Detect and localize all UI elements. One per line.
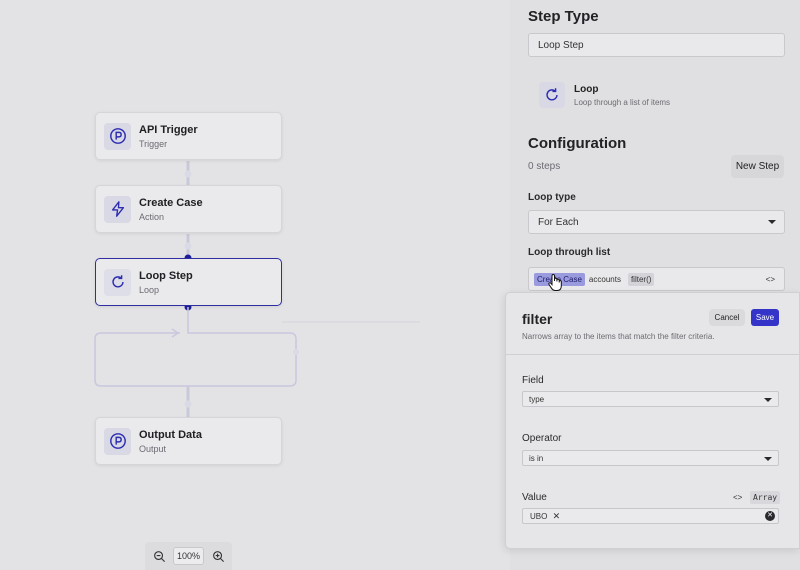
cancel-button[interactable]: Cancel bbox=[709, 309, 745, 326]
zoom-controls: 100% bbox=[145, 542, 232, 570]
node-subtitle: Loop bbox=[139, 284, 160, 295]
zoom-in-icon[interactable] bbox=[210, 548, 226, 564]
zoom-out-icon[interactable] bbox=[151, 548, 167, 564]
node-subtitle: Output bbox=[139, 443, 167, 454]
workflow-canvas[interactable]: API Trigger Trigger Create Case Action L… bbox=[0, 0, 510, 570]
chip-filter[interactable]: filter() bbox=[627, 272, 655, 286]
chevron-down-icon bbox=[764, 457, 772, 461]
node-subtitle: Trigger bbox=[139, 138, 168, 149]
refresh-icon bbox=[539, 82, 565, 108]
node-title: API Trigger bbox=[139, 123, 198, 136]
node-loop-step[interactable]: Loop Step Loop bbox=[95, 258, 282, 306]
configuration-heading: Configuration bbox=[528, 135, 627, 152]
operator-label: Operator bbox=[522, 433, 562, 444]
loop-card-description: Loop through a list of items bbox=[574, 97, 671, 107]
value-label: Value bbox=[522, 492, 547, 503]
hand-cursor-icon bbox=[548, 273, 562, 291]
value-tags-input[interactable]: UBO ✕ bbox=[522, 508, 779, 524]
save-button[interactable]: Save bbox=[751, 309, 779, 326]
loop-list-label: Loop through list bbox=[528, 247, 611, 258]
chip-accounts[interactable]: accounts bbox=[589, 273, 624, 286]
array-type-badge: Array bbox=[750, 491, 781, 504]
steps-count: 0 steps bbox=[528, 161, 561, 172]
zoom-level[interactable]: 100% bbox=[172, 547, 205, 565]
refresh-icon bbox=[104, 268, 131, 296]
remove-tag-icon[interactable]: ✕ bbox=[553, 511, 561, 521]
operator-select-value: is in bbox=[529, 453, 544, 463]
value-tag: UBO ✕ bbox=[527, 510, 563, 523]
clear-value-icon[interactable]: ✕ bbox=[765, 511, 775, 521]
loop-list-input[interactable]: Create Case accounts filter() <> bbox=[528, 267, 785, 291]
chevron-down-icon bbox=[768, 220, 776, 224]
p-circle-icon bbox=[104, 122, 131, 150]
step-type-heading: Step Type bbox=[528, 8, 599, 25]
new-step-button[interactable]: New Step bbox=[731, 155, 784, 178]
operator-select[interactable]: is in bbox=[522, 450, 779, 466]
step-type-input[interactable]: Loop Step bbox=[528, 33, 785, 57]
field-select[interactable]: type bbox=[522, 391, 779, 407]
filter-title: filter bbox=[522, 311, 553, 327]
loop-type-select[interactable]: For Each bbox=[528, 210, 785, 234]
node-title: Output Data bbox=[139, 428, 202, 441]
filter-description: Narrows array to the items that match th… bbox=[522, 332, 715, 341]
p-circle-icon bbox=[104, 427, 131, 455]
value-code-toggle-icon[interactable]: <> bbox=[733, 493, 742, 502]
loop-type-card[interactable]: Loop Loop through a list of items bbox=[528, 74, 728, 116]
loop-type-value: For Each bbox=[538, 216, 579, 228]
loop-card-title: Loop bbox=[574, 83, 599, 95]
node-output-data[interactable]: Output Data Output bbox=[95, 417, 282, 465]
node-api-trigger[interactable]: API Trigger Trigger bbox=[95, 112, 282, 160]
value-tag-label: UBO bbox=[530, 511, 548, 521]
popover-divider bbox=[505, 354, 800, 355]
field-select-value: type bbox=[529, 394, 545, 404]
loop-type-label: Loop type bbox=[528, 192, 576, 203]
chevron-down-icon bbox=[764, 398, 772, 402]
node-create-case[interactable]: Create Case Action bbox=[95, 185, 282, 233]
node-title: Create Case bbox=[139, 196, 203, 209]
node-subtitle: Action bbox=[139, 211, 165, 222]
field-label: Field bbox=[522, 375, 544, 386]
lightning-icon bbox=[104, 195, 131, 223]
code-toggle-icon[interactable]: <> bbox=[766, 275, 775, 284]
node-title: Loop Step bbox=[139, 269, 193, 282]
